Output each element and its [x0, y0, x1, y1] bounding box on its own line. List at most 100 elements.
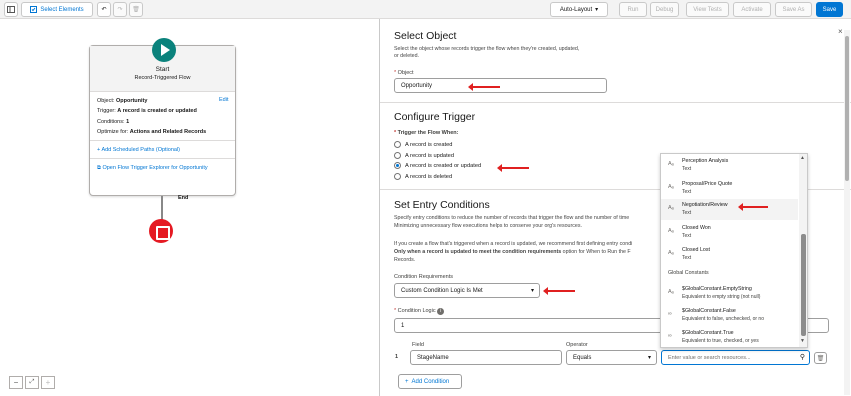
- flow-canvas[interactable]: Start Record-Triggered Flow Object: Oppo…: [0, 19, 378, 396]
- run-button[interactable]: Run: [619, 2, 647, 17]
- view-tests-button[interactable]: View Tests: [686, 2, 729, 17]
- condition-logic-value: 1: [401, 322, 405, 329]
- end-element[interactable]: [149, 219, 173, 243]
- text-icon: Aₐ: [668, 250, 674, 256]
- add-icon: +: [405, 378, 409, 385]
- object-row: Object: Opportunity: [97, 98, 147, 104]
- expand-icon: ⤢: [29, 379, 35, 385]
- picker-item-desc: Equivalent to empty string (not null): [682, 294, 761, 300]
- zoom-in-button[interactable]: +: [41, 376, 55, 389]
- add-scheduled-paths-label: Add Scheduled Paths (Optional): [101, 147, 181, 153]
- edit-link[interactable]: Edit: [219, 97, 228, 103]
- radio-circle: [394, 173, 401, 180]
- open-trigger-explorer-link[interactable]: ⧉ Open Flow Trigger Explorer for Opportu…: [97, 165, 208, 172]
- start-element[interactable]: Start Record-Triggered Flow Object: Oppo…: [89, 38, 236, 196]
- optimize-label: Optimize for:: [97, 129, 129, 135]
- picker-item-name: Proposal/Price Quote: [682, 181, 733, 187]
- annotation-arrow: [738, 203, 768, 211]
- condition-requirements-value: Custom Condition Logic Is Met: [401, 287, 483, 294]
- radio-updated-label: A record is updated: [405, 152, 455, 159]
- debug-label: Debug: [655, 6, 674, 13]
- picker-item-empty-string[interactable]: Aₐ $GlobalConstant.EmptyString Equivalen…: [661, 283, 798, 304]
- chevron-down-icon: ▾: [595, 7, 599, 13]
- view-tests-label: View Tests: [693, 6, 722, 13]
- picker-scrollbar-thumb[interactable]: [801, 234, 806, 336]
- resource-picker-dropdown: Aₐ Perception Analysis Text Aₐ Proposal/…: [660, 153, 808, 348]
- activate-label: Activate: [741, 6, 763, 13]
- global-constants-header: Global Constants: [668, 270, 709, 276]
- condition-row-number: 1: [395, 354, 399, 360]
- text-icon: Aₐ: [668, 161, 674, 167]
- card-divider: [90, 140, 235, 141]
- boolean-icon: ∞: [668, 311, 672, 317]
- field-input[interactable]: StageName: [410, 350, 562, 365]
- toggle-panel-button[interactable]: [4, 2, 18, 17]
- picker-item-closed-lost[interactable]: Aₐ Closed Lost Text: [661, 244, 798, 265]
- undo-icon: ↶: [101, 7, 107, 13]
- select-elements-button[interactable]: Select Elements: [21, 2, 93, 17]
- redo-button[interactable]: ↷: [113, 2, 127, 17]
- picker-item-negotiation-review[interactable]: Aₐ Negotiation/Review Text: [661, 199, 798, 220]
- picker-item-name: $GlobalConstant.EmptyString: [682, 286, 752, 292]
- picker-item-name: Closed Lost: [682, 247, 710, 253]
- radio-updated[interactable]: A record is updated: [394, 152, 454, 159]
- annotation-arrow: [468, 83, 500, 91]
- annotation-arrow: [543, 287, 575, 295]
- picker-item-type: Text: [682, 255, 692, 261]
- optimize-row: Optimize for: Actions and Related Record…: [97, 129, 206, 135]
- section-divider: [380, 102, 851, 103]
- zoom-out-button[interactable]: −: [9, 376, 23, 389]
- operator-column-header: Operator: [566, 342, 588, 348]
- field-input-value: StageName: [417, 354, 449, 361]
- picker-item-type: Text: [682, 210, 692, 216]
- info-icon: i: [437, 308, 445, 315]
- save-button[interactable]: Save: [816, 2, 843, 17]
- add-condition-button[interactable]: + Add Condition: [398, 374, 462, 389]
- object-field-label: * Object: [394, 70, 414, 76]
- radio-circle-selected: [394, 162, 401, 169]
- entry-desc-2: Minimizing unnecessary flow executions h…: [394, 223, 582, 229]
- picker-item-closed-won[interactable]: Aₐ Closed Won Text: [661, 222, 798, 243]
- object-input[interactable]: Opportunity: [394, 78, 607, 93]
- end-label: End: [178, 195, 189, 201]
- run-label: Run: [627, 6, 639, 13]
- radio-created[interactable]: A record is created: [394, 141, 452, 148]
- radio-deleted[interactable]: A record is deleted: [394, 173, 452, 180]
- entry-desc-3: If you create a flow that's triggered wh…: [394, 241, 633, 247]
- picker-item-true[interactable]: ∞ $GlobalConstant.True Equivalent to tru…: [661, 327, 798, 347]
- text-icon: Aₐ: [668, 184, 674, 190]
- operator-select[interactable]: Equals ▾: [566, 350, 657, 365]
- panel-scrollbar-thumb[interactable]: [845, 36, 849, 181]
- select-object-desc-1: Select the object whose records trigger …: [394, 46, 580, 52]
- delete-condition-button[interactable]: 🗑: [814, 352, 827, 364]
- redo-icon: ↷: [117, 7, 123, 13]
- auto-layout-dropdown[interactable]: Auto-Layout ▾: [550, 2, 608, 17]
- condition-requirements-select[interactable]: Custom Condition Logic Is Met ▾: [394, 283, 540, 298]
- radio-created-label: A record is created: [405, 141, 453, 148]
- start-subtitle: Record-Triggered Flow: [134, 75, 191, 81]
- debug-button[interactable]: Debug: [650, 2, 679, 17]
- undo-button[interactable]: ↶: [97, 2, 111, 17]
- save-as-button[interactable]: Save As: [775, 2, 812, 17]
- picker-item-name: Perception Analysis: [682, 158, 729, 164]
- close-icon[interactable]: ×: [838, 27, 843, 36]
- trigger-value: A record is created or updated: [117, 108, 197, 114]
- radio-created-or-updated[interactable]: A record is created or updated: [394, 162, 481, 169]
- delete-button[interactable]: 🗑: [129, 2, 143, 17]
- picker-item-desc: Equivalent to true, checked, or yes: [682, 338, 759, 344]
- picker-item-proposal-price-quote[interactable]: Aₐ Proposal/Price Quote Text: [661, 178, 798, 199]
- connector-line: [161, 196, 163, 220]
- save-as-label: Save As: [782, 6, 805, 13]
- activate-button[interactable]: Activate: [733, 2, 771, 17]
- entry-desc-1: Specify entry conditions to reduce the n…: [394, 215, 630, 221]
- value-search-input[interactable]: Enter value or search resources... ⚲: [661, 350, 810, 365]
- text-icon: Aₐ: [668, 228, 674, 234]
- picker-item-false[interactable]: ∞ $GlobalConstant.False Equivalent to fa…: [661, 305, 798, 326]
- radio-circle: [394, 141, 401, 148]
- scroll-up-icon[interactable]: ▲: [800, 155, 805, 161]
- add-scheduled-paths-link[interactable]: + Add Scheduled Paths (Optional): [97, 147, 180, 153]
- fit-view-button[interactable]: ⤢: [25, 376, 39, 389]
- scroll-down-icon[interactable]: ▼: [800, 338, 805, 344]
- radio-deleted-label: A record is deleted: [405, 173, 453, 180]
- picker-item-perception-analysis[interactable]: Aₐ Perception Analysis Text: [661, 155, 798, 176]
